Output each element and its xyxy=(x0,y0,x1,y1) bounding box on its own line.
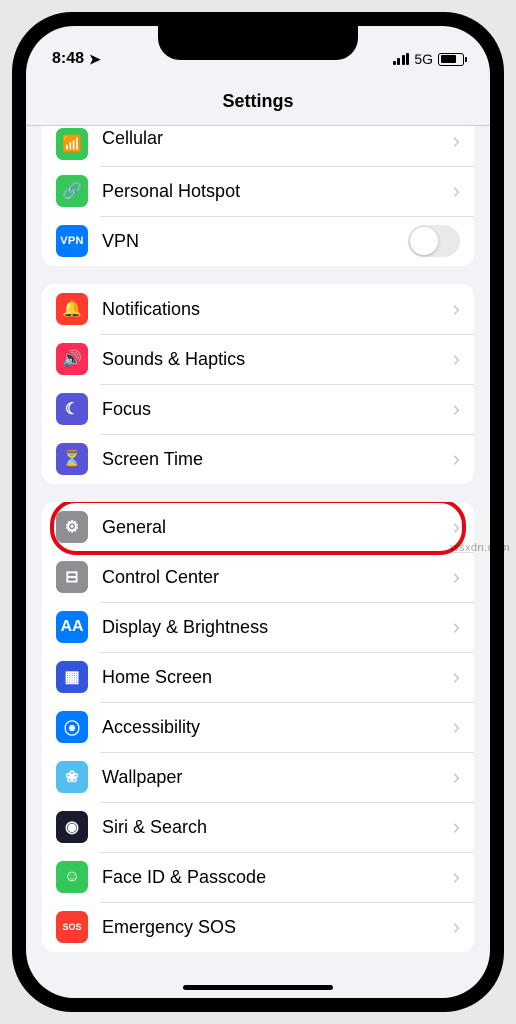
row-label: Siri & Search xyxy=(102,817,453,838)
status-time: 8:48 xyxy=(52,50,84,68)
chevron-right-icon: › xyxy=(453,346,460,372)
emergency-sos-icon: SOS xyxy=(56,911,88,943)
row-label: VPN xyxy=(102,231,408,252)
cellular-signal-icon xyxy=(393,53,410,65)
row-label: Face ID & Passcode xyxy=(102,867,453,888)
nav-header: Settings xyxy=(26,78,490,126)
row-label: Display & Brightness xyxy=(102,617,453,638)
chevron-right-icon: › xyxy=(453,714,460,740)
row-label: Control Center xyxy=(102,567,453,588)
settings-row-accessibility[interactable]: ⦿ Accessibility› xyxy=(42,702,474,752)
row-label: Screen Time xyxy=(102,449,453,470)
settings-row-emergency-sos[interactable]: SOS Emergency SOS› xyxy=(42,902,474,952)
wallpaper-icon: ❀ xyxy=(56,761,88,793)
display-brightness-icon: AA xyxy=(56,611,88,643)
vpn-toggle[interactable] xyxy=(408,225,460,257)
settings-group: 🔔Notifications›🔊Sounds & Haptics›☾Focus›… xyxy=(42,284,474,484)
row-label: Focus xyxy=(102,399,453,420)
chevron-right-icon: › xyxy=(453,914,460,940)
battery-icon xyxy=(438,53,464,66)
chevron-right-icon: › xyxy=(453,564,460,590)
row-label: Sounds & Haptics xyxy=(102,349,453,370)
status-right: 5G xyxy=(393,51,464,67)
page-title: Settings xyxy=(222,91,293,112)
chevron-right-icon: › xyxy=(453,296,460,322)
row-label: Home Screen xyxy=(102,667,453,688)
row-label: Emergency SOS xyxy=(102,917,453,938)
chevron-right-icon: › xyxy=(453,764,460,790)
notifications-icon: 🔔 xyxy=(56,293,88,325)
settings-row-notifications[interactable]: 🔔 Notifications› xyxy=(42,284,474,334)
general-icon: ⚙ xyxy=(56,511,88,543)
settings-row-siri-search[interactable]: ◉ Siri & Search› xyxy=(42,802,474,852)
focus-icon: ☾ xyxy=(56,393,88,425)
home-indicator[interactable] xyxy=(183,985,333,990)
settings-list[interactable]: 📶Cellular›🔗Personal Hotspot›VPNVPN🔔Notif… xyxy=(26,126,490,988)
device-frame: 8:48 ➤ 5G Settings 📶Cellular›🔗Personal H… xyxy=(12,12,504,1012)
settings-row-vpn[interactable]: VPN VPN xyxy=(42,216,474,266)
personal-hotspot-icon: 🔗 xyxy=(56,175,88,207)
row-label: Accessibility xyxy=(102,717,453,738)
chevron-right-icon: › xyxy=(453,614,460,640)
settings-row-control-center[interactable]: ⊟ Control Center› xyxy=(42,552,474,602)
settings-row-personal-hotspot[interactable]: 🔗 Personal Hotspot› xyxy=(42,166,474,216)
settings-row-home-screen[interactable]: ▦ Home Screen› xyxy=(42,652,474,702)
settings-row-general[interactable]: ⚙ General› xyxy=(42,502,474,552)
vpn-icon: VPN xyxy=(56,225,88,257)
screen-time-icon: ⏳ xyxy=(56,443,88,475)
chevron-right-icon: › xyxy=(453,396,460,422)
settings-row-focus[interactable]: ☾ Focus› xyxy=(42,384,474,434)
row-label: General xyxy=(102,517,453,538)
chevron-right-icon: › xyxy=(453,864,460,890)
row-label: Wallpaper xyxy=(102,767,453,788)
status-left: 8:48 ➤ xyxy=(52,50,101,68)
home-screen-icon: ▦ xyxy=(56,661,88,693)
row-label: Cellular xyxy=(102,128,453,149)
chevron-right-icon: › xyxy=(453,178,460,204)
chevron-right-icon: › xyxy=(453,664,460,690)
siri-search-icon: ◉ xyxy=(56,811,88,843)
sounds-haptics-icon: 🔊 xyxy=(56,343,88,375)
watermark-text: wsxdn.com xyxy=(450,542,510,554)
settings-row-wallpaper[interactable]: ❀ Wallpaper› xyxy=(42,752,474,802)
cellular-icon: 📶 xyxy=(56,128,88,160)
screen: 8:48 ➤ 5G Settings 📶Cellular›🔗Personal H… xyxy=(26,26,490,998)
network-type: 5G xyxy=(414,51,433,67)
chevron-right-icon: › xyxy=(453,128,460,154)
chevron-right-icon: › xyxy=(453,446,460,472)
settings-group: 📶Cellular›🔗Personal Hotspot›VPNVPN xyxy=(42,126,474,266)
row-label: Notifications xyxy=(102,299,453,320)
chevron-right-icon: › xyxy=(453,514,460,540)
settings-row-face-id-passcode[interactable]: ☺ Face ID & Passcode› xyxy=(42,852,474,902)
notch xyxy=(158,26,358,60)
row-label: Personal Hotspot xyxy=(102,181,453,202)
settings-row-cellular[interactable]: 📶 Cellular› xyxy=(42,126,474,166)
settings-row-screen-time[interactable]: ⏳ Screen Time› xyxy=(42,434,474,484)
chevron-right-icon: › xyxy=(453,814,460,840)
control-center-icon: ⊟ xyxy=(56,561,88,593)
accessibility-icon: ⦿ xyxy=(56,711,88,743)
location-icon: ➤ xyxy=(89,51,101,68)
settings-group: ⚙General›⊟Control Center›AADisplay & Bri… xyxy=(42,502,474,952)
settings-row-sounds-haptics[interactable]: 🔊 Sounds & Haptics› xyxy=(42,334,474,384)
settings-row-display-brightness[interactable]: AA Display & Brightness› xyxy=(42,602,474,652)
face-id-passcode-icon: ☺ xyxy=(56,861,88,893)
